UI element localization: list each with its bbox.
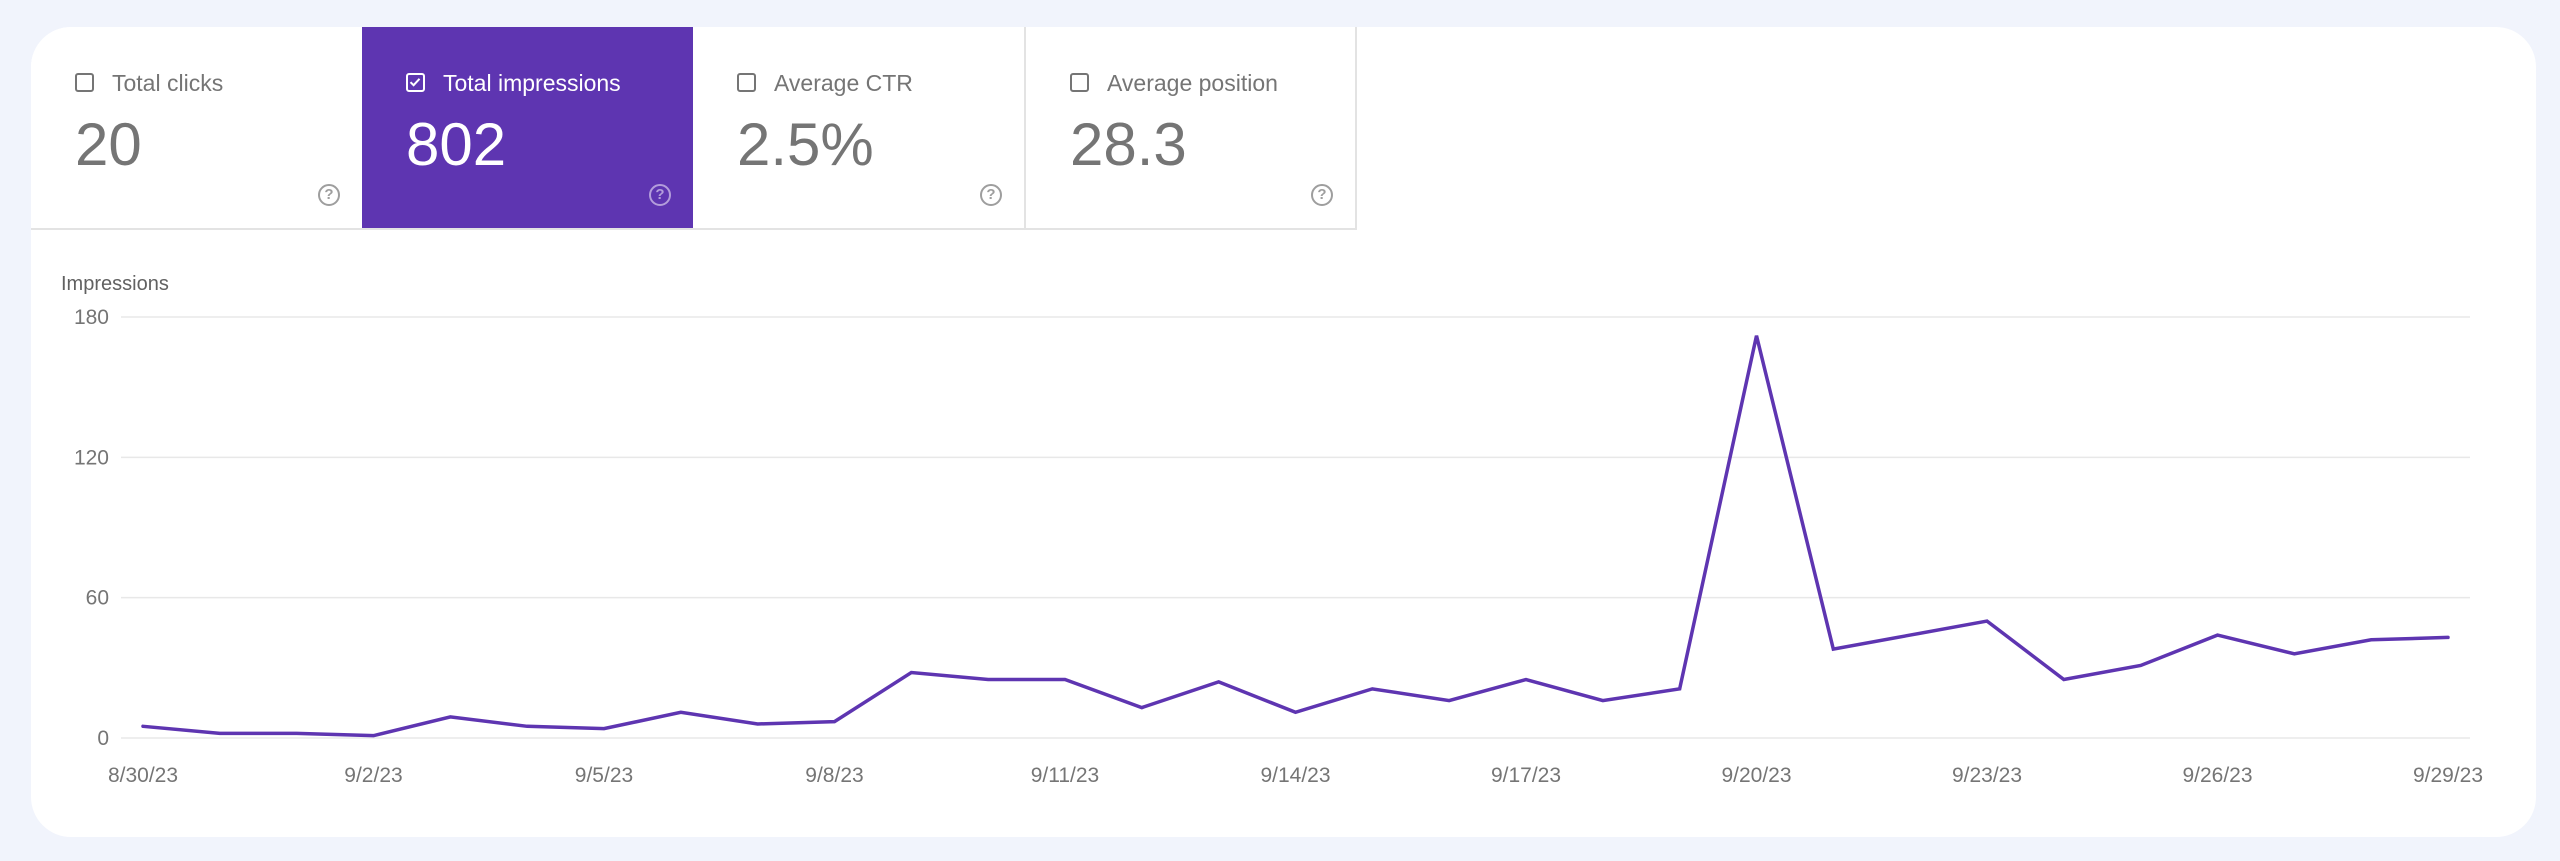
performance-card: Total clicks 20 ? Total impressions 802 …	[31, 27, 2536, 837]
data-point[interactable]	[521, 720, 533, 732]
x-tick-label: 9/11/23	[1031, 764, 1100, 787]
impressions-chart: 0 60 120 180 8/30/23 9/2/23 9/5/23 9/8/23 9/11/…	[74, 306, 2483, 787]
data-point[interactable]	[1904, 629, 1916, 641]
series-layer	[137, 330, 2454, 742]
series-line-impressions[interactable]	[141, 335, 2450, 738]
data-point[interactable]	[905, 667, 917, 679]
data-point[interactable]	[1059, 674, 1071, 686]
data-point[interactable]	[1136, 702, 1148, 714]
x-tick-label: 9/29/23	[2413, 764, 2483, 787]
data-point[interactable]	[1366, 683, 1378, 695]
data-point[interactable]	[1213, 676, 1225, 688]
gridlines	[121, 316, 2470, 739]
data-point[interactable]	[2135, 659, 2147, 671]
data-point[interactable]	[1520, 674, 1532, 686]
x-tick-labels: 8/30/23 9/2/23 9/5/23 9/8/23 9/11/23 9/14/23 9…	[108, 764, 2483, 787]
y-tick-label: 60	[86, 587, 109, 610]
x-tick-label: 8/30/23	[108, 764, 178, 787]
y-tick-labels: 0 60 120 180	[74, 306, 109, 750]
data-point[interactable]	[2442, 631, 2454, 643]
data-point[interactable]	[2058, 674, 2070, 686]
data-point[interactable]	[2365, 634, 2377, 646]
data-point[interactable]	[1981, 615, 1993, 627]
data-point[interactable]	[214, 727, 226, 739]
x-tick-label: 9/2/23	[344, 764, 402, 787]
data-point[interactable]	[752, 718, 764, 730]
data-point[interactable]	[291, 727, 303, 739]
data-point[interactable]	[444, 711, 456, 723]
data-point[interactable]	[1597, 695, 1609, 707]
data-point[interactable]	[1443, 695, 1455, 707]
x-tick-label: 9/20/23	[1721, 764, 1791, 787]
data-point[interactable]	[982, 674, 994, 686]
x-tick-label: 9/5/23	[575, 764, 633, 787]
data-point[interactable]	[598, 723, 610, 735]
data-point[interactable]	[1827, 643, 1839, 655]
data-point[interactable]	[368, 730, 380, 742]
x-tick-label: 9/23/23	[1952, 764, 2022, 787]
data-point[interactable]	[829, 716, 841, 728]
data-point[interactable]	[1290, 706, 1302, 718]
x-tick-label: 9/8/23	[805, 764, 863, 787]
x-tick-label: 9/17/23	[1491, 764, 1561, 787]
x-tick-label: 9/14/23	[1260, 764, 1330, 787]
data-point[interactable]	[675, 706, 687, 718]
data-point[interactable]	[1674, 683, 1686, 695]
y-tick-label: 0	[97, 727, 109, 750]
y-tick-label: 120	[74, 446, 109, 469]
data-point[interactable]	[2212, 629, 2224, 641]
data-point[interactable]	[2288, 648, 2300, 660]
x-tick-label: 9/26/23	[2182, 764, 2252, 787]
data-point[interactable]	[1751, 330, 1763, 342]
data-point[interactable]	[137, 720, 149, 732]
y-tick-label: 180	[74, 306, 109, 329]
